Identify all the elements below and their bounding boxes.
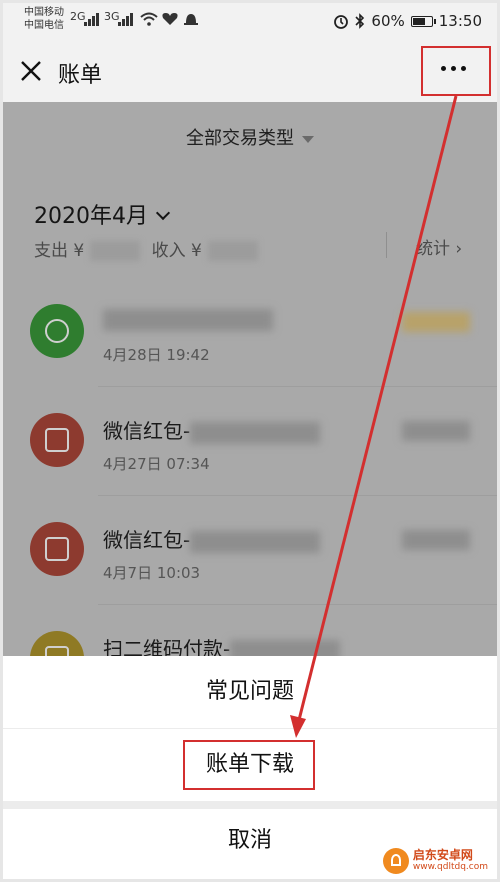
more-button[interactable] xyxy=(421,46,491,96)
income-label: 收入 ¥ xyxy=(151,241,202,261)
watermark-name: 启东安卓网 xyxy=(412,848,473,862)
amount-redacted xyxy=(402,421,470,441)
carrier-2: 中国电信 xyxy=(24,20,64,31)
battery-percent: 60% xyxy=(371,12,405,30)
signal-bars-2-icon xyxy=(118,13,133,26)
transaction-row[interactable]: 4月28日 19:42 xyxy=(0,278,500,387)
alarm-icon xyxy=(334,15,349,29)
transaction-row[interactable]: 微信红包- 4月27日 07:34 xyxy=(0,387,500,496)
transaction-row[interactable]: 微信红包- 4月7日 10:03 xyxy=(0,496,500,605)
site-watermark: 启东安卓网 www.qdltdq.com xyxy=(382,848,488,874)
amount-redacted xyxy=(402,312,470,332)
watermark-logo-icon xyxy=(382,848,409,874)
watermark-url: www.qdltdq.com xyxy=(412,862,488,872)
title-redacted xyxy=(103,308,273,331)
transaction-title: 微信红包- xyxy=(103,524,321,553)
download-highlight-box xyxy=(183,740,315,790)
close-icon[interactable] xyxy=(20,60,42,82)
red-packet-icon xyxy=(30,522,84,576)
faq-option[interactable]: 常见问题 xyxy=(0,656,500,728)
carrier-1: 中国移动 xyxy=(24,7,64,18)
caret-down-icon xyxy=(302,135,314,143)
transaction-type-filter[interactable]: 全部交易类型 xyxy=(0,124,500,150)
bluetooth-icon xyxy=(355,13,365,29)
wifi-icon xyxy=(140,12,158,26)
health-heart-icon xyxy=(162,13,178,25)
transaction-time: 4月27日 07:34 xyxy=(103,455,210,473)
title-redacted xyxy=(190,421,321,444)
battery-icon xyxy=(410,15,436,27)
transaction-list: 4月28日 19:42 微信红包- 4月27日 07:34 微信红包- 4月7日… xyxy=(0,278,500,714)
red-packet-icon xyxy=(30,413,84,467)
month-selector[interactable]: 2020年4月 xyxy=(34,198,171,230)
status-bar: 中国移动 中国电信 2G 3G 60% 13:50 xyxy=(0,0,500,40)
wechat-pay-icon xyxy=(30,304,84,358)
month-summary: 2020年4月 支出 ¥ 收入 ¥ 统计 › xyxy=(0,174,500,278)
title-redacted xyxy=(190,530,321,553)
filter-label: 全部交易类型 xyxy=(186,128,294,149)
page-title: 账单 xyxy=(58,63,103,88)
expense-label: 支出 ¥ xyxy=(34,241,85,261)
clock: 13:50 xyxy=(438,12,482,30)
more-dots-icon xyxy=(441,66,466,71)
transaction-title: 微信红包- xyxy=(103,415,321,444)
expense-amount-redacted xyxy=(90,241,141,261)
carrier-names: 中国移动 中国电信 xyxy=(24,6,64,32)
divider xyxy=(386,232,387,258)
transaction-time: 4月28日 19:42 xyxy=(103,346,210,364)
income-amount-redacted xyxy=(207,241,258,261)
stats-link[interactable]: 统计 › xyxy=(416,234,462,259)
transaction-title xyxy=(103,306,273,331)
signal-bars-icon xyxy=(84,13,99,26)
transaction-time: 4月7日 10:03 xyxy=(103,564,201,582)
notification-bell-icon xyxy=(184,14,198,25)
status-right: 60% 13:50 xyxy=(333,12,482,30)
month-label: 2020年4月 xyxy=(34,204,148,229)
chevron-down-icon xyxy=(155,205,171,221)
amount-redacted xyxy=(402,530,470,550)
month-totals: 支出 ¥ 收入 ¥ xyxy=(34,236,264,261)
